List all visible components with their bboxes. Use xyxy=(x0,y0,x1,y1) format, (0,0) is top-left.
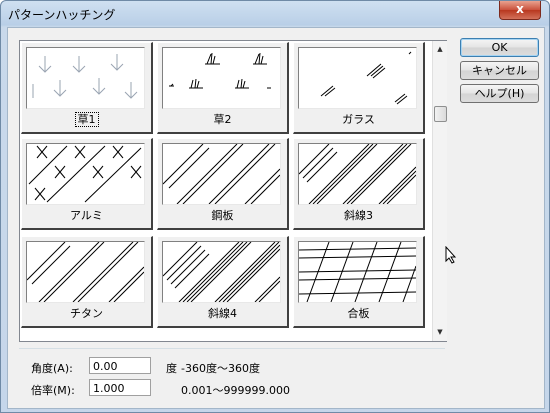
scale-input[interactable]: 1.000 xyxy=(89,379,151,396)
steel-plate-pattern-icon xyxy=(162,143,281,205)
pattern-tile-grass1[interactable]: 草1 xyxy=(21,42,153,134)
angle-input[interactable]: 0.00 xyxy=(89,357,151,374)
pattern-tile-diagonal3[interactable]: 斜線3 xyxy=(293,138,425,230)
grass2-pattern-icon xyxy=(162,47,281,109)
parameter-panel: 角度(A): 0.00 度 -360度〜360度 倍率(M): 1.000 0.… xyxy=(19,348,445,401)
vertical-scrollbar[interactable]: ▲ ▼ xyxy=(432,41,447,341)
pattern-label: チタン xyxy=(70,307,103,320)
pattern-tile-aluminum[interactable]: アルミ xyxy=(21,138,153,230)
dialog-body: 草1 草2 ガラス アルミ 鋼板 斜線3 チタン 斜線4 合板 ▲ ▼ OK キ… xyxy=(7,27,545,409)
scroll-up-icon[interactable]: ▲ xyxy=(435,44,445,54)
pattern-hatching-dialog: パターンハッチング x 草1 草2 ガラス アルミ 鋼板 斜線3 チタン 斜線4… xyxy=(0,0,550,413)
close-button[interactable]: x xyxy=(499,1,541,20)
angle-range: -360度〜360度 xyxy=(181,362,260,375)
angle-unit: 度 xyxy=(166,362,177,375)
pattern-label: 草2 xyxy=(213,113,232,126)
plywood-pattern-icon xyxy=(298,241,417,303)
cancel-button[interactable]: キャンセル xyxy=(460,61,539,80)
pattern-label: ガラス xyxy=(342,113,375,126)
titanium-pattern-icon xyxy=(26,241,145,303)
pattern-tile-plywood[interactable]: 合板 xyxy=(293,236,425,328)
pattern-label: 斜線3 xyxy=(344,209,373,222)
scrollbar-thumb[interactable] xyxy=(434,106,447,122)
scroll-down-icon[interactable]: ▼ xyxy=(435,327,445,337)
dialog-title: パターンハッチング xyxy=(8,8,116,22)
pattern-label: アルミ xyxy=(70,209,103,222)
grass1-pattern-icon xyxy=(26,47,145,109)
pattern-label: 草1 xyxy=(74,112,99,127)
scale-label: 倍率(M): xyxy=(31,384,75,397)
glass-pattern-icon xyxy=(298,47,417,109)
scale-range: 0.001〜999999.000 xyxy=(181,384,290,397)
pattern-label: 斜線4 xyxy=(208,307,237,320)
pattern-tile-titanium[interactable]: チタン xyxy=(21,236,153,328)
ok-button[interactable]: OK xyxy=(460,38,539,57)
diagonal3-pattern-icon xyxy=(298,143,417,205)
angle-label: 角度(A): xyxy=(31,362,73,375)
diagonal4-pattern-icon xyxy=(162,241,281,303)
aluminum-pattern-icon xyxy=(26,143,145,205)
pattern-tile-steel-plate[interactable]: 鋼板 xyxy=(157,138,289,230)
pattern-tile-grass2[interactable]: 草2 xyxy=(157,42,289,134)
mouse-cursor-icon xyxy=(445,246,457,264)
pattern-label: 鋼板 xyxy=(211,209,234,222)
pattern-tile-glass[interactable]: ガラス xyxy=(293,42,425,134)
pattern-tile-diagonal4[interactable]: 斜線4 xyxy=(157,236,289,328)
pattern-grid: 草1 草2 ガラス アルミ 鋼板 斜線3 チタン 斜線4 合板 ▲ ▼ xyxy=(19,40,447,342)
help-button[interactable]: ヘルプ(H) xyxy=(460,84,539,103)
pattern-label: 合板 xyxy=(347,307,370,320)
